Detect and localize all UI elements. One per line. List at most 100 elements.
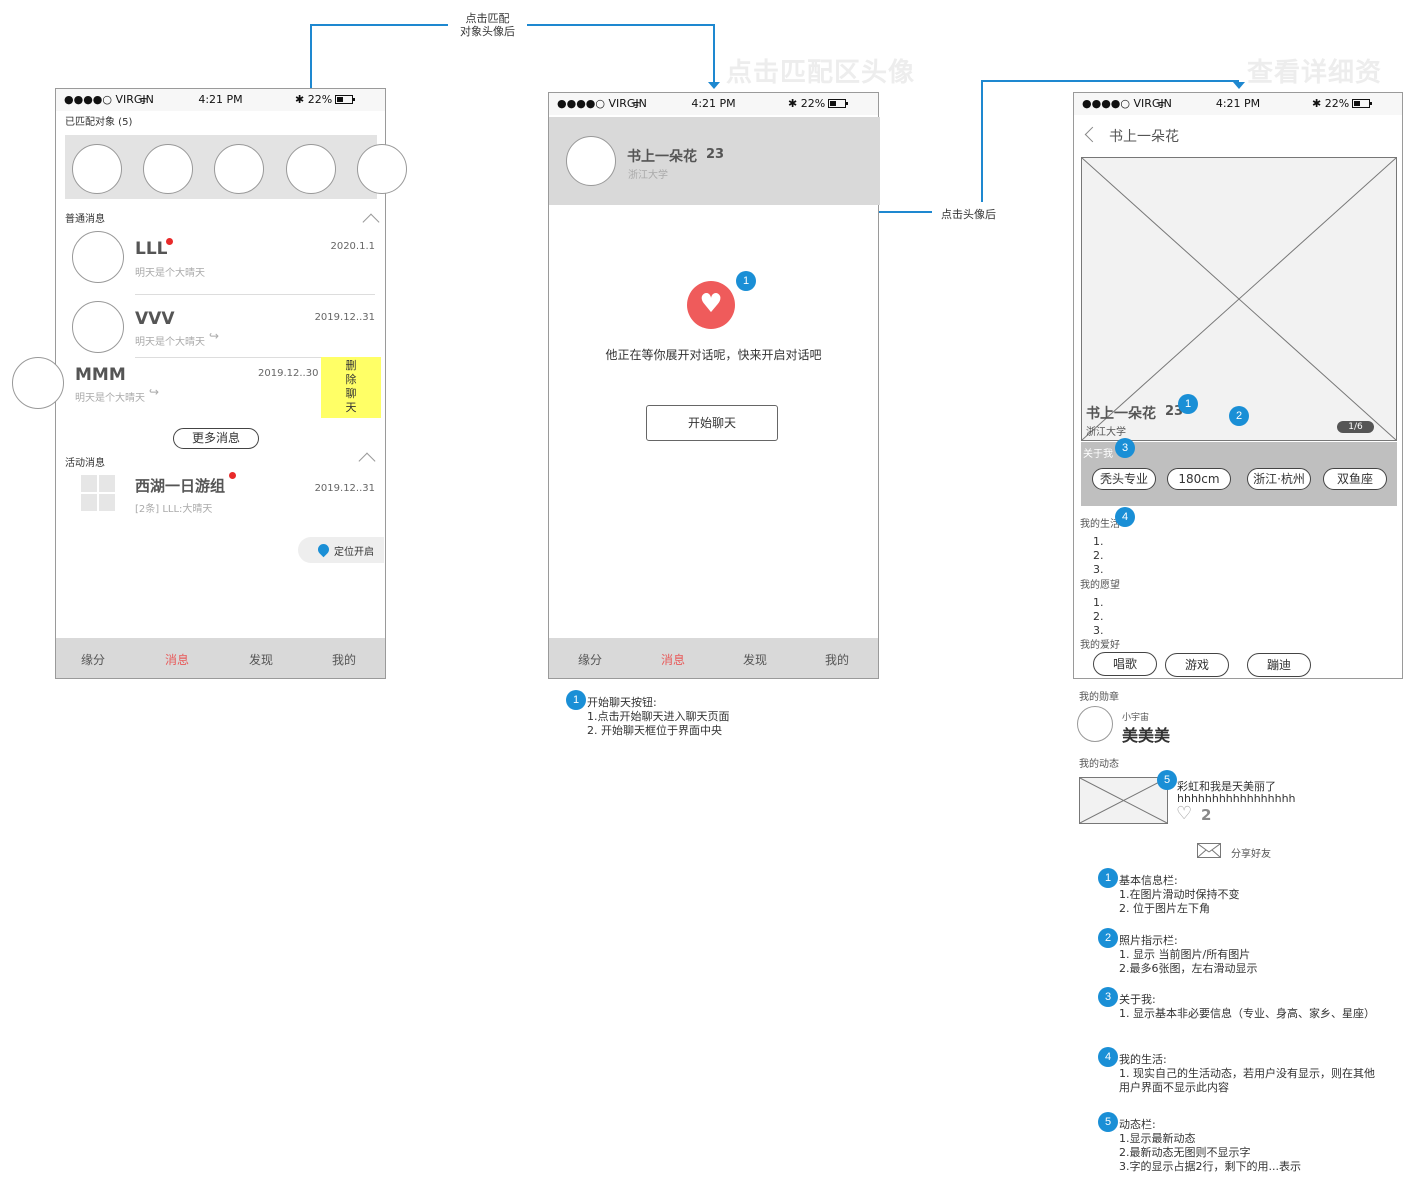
moment-thumbnail[interactable] xyxy=(1079,777,1168,824)
photo-placeholder-icon xyxy=(1080,778,1167,823)
annotation-badge: 2 xyxy=(1098,928,1118,948)
profile-name: 书上一朵花 xyxy=(627,149,697,165)
matched-avatar[interactable] xyxy=(214,144,264,194)
profile-school: 浙江大学 xyxy=(628,170,668,181)
location-toggle-button[interactable]: 定位开启 xyxy=(298,537,384,563)
message-row-swiped[interactable]: MMM 2019.12..30 明天是个大晴天 ↪ 删 除 聊 天 xyxy=(56,357,387,419)
group-avatar-icon xyxy=(81,475,116,512)
matched-avatar[interactable] xyxy=(357,144,407,194)
annotation-badge: 3 xyxy=(1098,987,1118,1007)
annotation-badge: 5 xyxy=(1098,1112,1118,1132)
screen-messages: ●●●●○ VIRGIN ᯤ 4:21 PM ✱ 22% 已匹配对象 (5) 普… xyxy=(55,88,407,679)
flow-label-tap-match: 点击匹配 对象头像后 xyxy=(450,12,525,38)
matched-avatar[interactable] xyxy=(143,144,193,194)
tab-fate[interactable]: 缘分 xyxy=(63,651,123,668)
annotation-note: 基本信息栏: 1.在图片滑动时保持不变 2. 位于图片左下角 xyxy=(1119,874,1240,916)
note-line: 动态栏: xyxy=(1119,1118,1156,1131)
back-chevron-icon[interactable] xyxy=(1084,126,1101,143)
moment-text-2: hhhhhhhhhhhhhhhhh xyxy=(1177,792,1296,805)
note-line: 3.字的显示占据2行，剩下的用...表示 xyxy=(1119,1160,1301,1173)
status-bar: ●●●●○ VIRGIN ᯤ 4:21 PM ✱ 22% xyxy=(1074,93,1402,115)
unread-dot xyxy=(166,238,173,245)
about-label: 关于我 xyxy=(1083,449,1113,460)
photo-placeholder-icon xyxy=(1082,158,1396,440)
list-item: 2. xyxy=(1093,610,1104,623)
status-bar: ●●●●○ VIRGIN ᯤ 4:21 PM ✱ 22% xyxy=(56,89,385,111)
bluetooth-battery: ✱ 22% xyxy=(1312,97,1402,110)
annotation-note: 我的生活: 1. 现实自己的生活动态，若用户没有显示，则在其他 用户界面不显示此… xyxy=(1119,1053,1375,1095)
start-chat-button[interactable]: 开始聊天 xyxy=(646,405,778,441)
tab-me[interactable]: 我的 xyxy=(807,651,867,668)
battery-percent: 22% xyxy=(800,97,826,110)
share-button[interactable]: 分享好友 xyxy=(1197,843,1277,860)
annotation-badge: 1 xyxy=(566,690,586,710)
envelope-icon xyxy=(1197,843,1221,858)
annotation-badge: 4 xyxy=(1115,507,1135,527)
annotation-badge: 4 xyxy=(1098,1047,1118,1067)
annotation-badge: 1 xyxy=(1178,394,1198,414)
about-tag: 双鱼座 xyxy=(1323,468,1387,490)
hobby-label: 我的爱好 xyxy=(1080,640,1120,651)
battery-icon xyxy=(828,99,849,108)
note-line: 1.显示最新动态 xyxy=(1119,1132,1196,1145)
tab-fate[interactable]: 缘分 xyxy=(560,651,620,668)
contact-name: MMM xyxy=(75,365,126,385)
wish-list: 1. 2. 3. xyxy=(1093,596,1104,638)
note-line: 开始聊天按钮: xyxy=(587,696,657,709)
heart-outline-icon[interactable]: ♡ xyxy=(1176,803,1192,824)
moments-label: 我的动态 xyxy=(1079,759,1119,770)
photo-index: 1/6 xyxy=(1337,421,1374,433)
message-row[interactable]: LLL 2020.1.1 明天是个大晴天 xyxy=(56,227,387,295)
annotation-badge: 2 xyxy=(1229,406,1249,426)
forward-icon: ↪ xyxy=(149,385,160,399)
bluetooth-battery: ✱ 22% xyxy=(295,93,385,106)
more-messages-button[interactable]: 更多消息 xyxy=(173,428,259,449)
screen2-title-watermark: 点击匹配区头像 xyxy=(726,58,916,88)
battery-percent: 22% xyxy=(307,93,333,106)
matched-avatar[interactable] xyxy=(286,144,336,194)
hobby-tag: 蹦迪 xyxy=(1247,653,1311,677)
contact-name: VVV xyxy=(135,309,175,329)
note-line: 1. 现实自己的生活动态，若用户没有显示，则在其他 xyxy=(1119,1067,1375,1080)
avatar xyxy=(72,231,124,283)
about-tag: 浙江·杭州 xyxy=(1247,468,1311,490)
annotation-badge: 3 xyxy=(1115,438,1135,458)
profile-avatar[interactable] xyxy=(566,136,616,186)
wish-label: 我的愿望 xyxy=(1080,580,1120,591)
forward-icon: ↪ xyxy=(209,329,220,343)
group-name: 西湖一日游组 xyxy=(135,477,226,495)
flow-label-line-1: 点击匹配 xyxy=(465,12,510,25)
annotation-badge: 1 xyxy=(736,271,756,291)
annotation-note: 照片指示栏: 1. 显示 当前图片/所有图片 2.最多6张图，左右滑动显示 xyxy=(1119,934,1258,976)
matched-avatar[interactable] xyxy=(72,144,122,194)
tab-discover[interactable]: 发现 xyxy=(231,651,291,668)
delete-chat-button[interactable]: 删 除 聊 天 xyxy=(321,357,381,418)
tab-me[interactable]: 我的 xyxy=(314,651,374,668)
battery-icon xyxy=(1352,99,1373,108)
screen-match-detail: ●●●●○ VIRGIN ᯤ 4:21 PM ✱ 22% 书上一朵花 23 浙江… xyxy=(548,92,880,679)
tab-messages[interactable]: 消息 xyxy=(147,651,207,668)
note-line: 2. 开始聊天框位于界面中央 xyxy=(587,724,722,737)
list-item: 3. xyxy=(1093,563,1104,576)
unread-dot xyxy=(229,472,236,479)
medal-name: 美美美 xyxy=(1122,726,1171,745)
profile-photo[interactable]: 书上一朵花 23 浙江大学 1/6 xyxy=(1081,157,1397,441)
note-line: 2.最新动态无图则不显示字 xyxy=(1119,1146,1251,1159)
note-line: 关于我: xyxy=(1119,993,1156,1006)
note-line: 1. 显示基本非必要信息（专业、身高、家乡、星座） xyxy=(1119,1007,1375,1020)
activity-row[interactable]: 西湖一日游组 2019.12..31 [2条] LLL:大晴天 xyxy=(56,467,387,527)
bluetooth-icon: ✱ xyxy=(295,93,308,106)
battery-icon xyxy=(335,95,356,104)
annotation-note: 开始聊天按钮: 1.点击开始聊天进入聊天页面 2. 开始聊天框位于界面中央 xyxy=(587,696,730,738)
life-list: 1. 2. 3. xyxy=(1093,535,1104,577)
avatar xyxy=(72,301,124,353)
tab-discover[interactable]: 发现 xyxy=(725,651,785,668)
message-date: 2020.1.1 xyxy=(330,241,375,252)
note-line: 1. 显示 当前图片/所有图片 xyxy=(1119,948,1251,961)
note-line: 我的生活: xyxy=(1119,1053,1167,1066)
annotation-badge: 1 xyxy=(1098,868,1118,888)
tab-messages[interactable]: 消息 xyxy=(643,651,703,668)
message-row[interactable]: VVV 2019.12..31 明天是个大晴天 ↪ xyxy=(56,297,387,357)
message-date: 2019.12..30 xyxy=(258,368,319,379)
note-line: 1.点击开始聊天进入聊天页面 xyxy=(587,710,730,723)
